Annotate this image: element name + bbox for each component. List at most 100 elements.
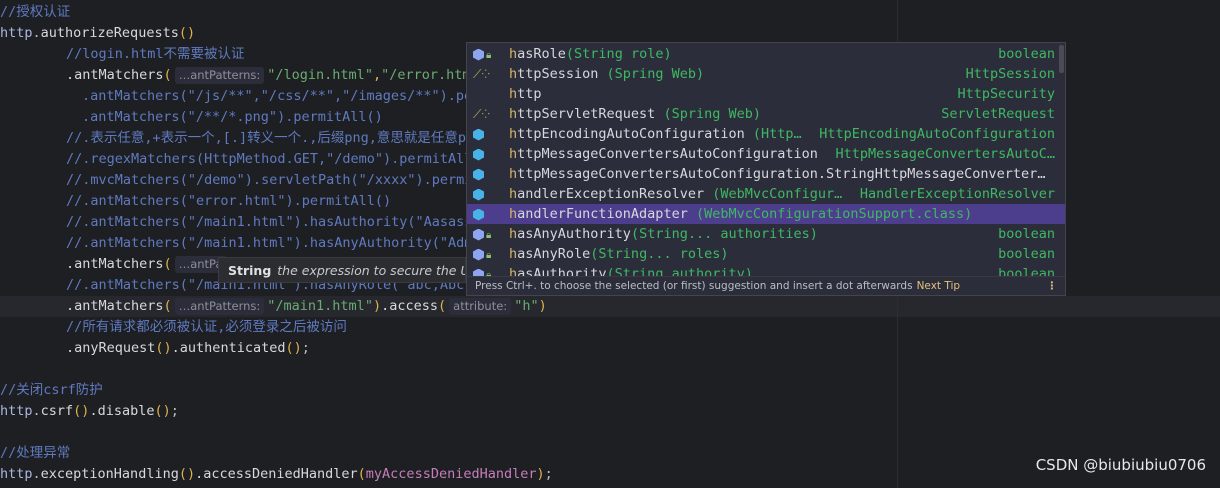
completion-type: HttpMessageConvertersAutoC… xyxy=(835,146,1055,162)
completion-item[interactable]: httpEncodingAutoConfiguration (Http… Http… xyxy=(467,124,1065,144)
name-rest: ttpSession xyxy=(517,66,599,82)
code-token: //.antMatchers("/main1.html").hasAnyAuth… xyxy=(66,235,473,251)
match-prefix: h xyxy=(509,126,518,142)
tooltip-type: String xyxy=(228,263,272,278)
code-token: "/error.html xyxy=(381,67,479,83)
completion-name: httpSession (Spring Web) xyxy=(509,64,704,84)
completion-name: http xyxy=(509,84,542,104)
match-prefix: h xyxy=(509,166,518,182)
completion-type: ServletRequest xyxy=(941,106,1055,122)
bean-icon xyxy=(473,124,503,144)
code-line[interactable]: .antMatchers(…antPatterns: "/main1.html")… xyxy=(0,296,1220,317)
match-prefix: h xyxy=(509,86,518,102)
lock-icon: 🔒︎ xyxy=(486,230,492,241)
code-token: () xyxy=(155,340,172,356)
code-token: //.antMatchers("/main1.html").hasAuthori… xyxy=(66,214,473,230)
code-token: ( xyxy=(357,466,366,482)
completion-detail: (String role) xyxy=(565,46,672,62)
completion-detail: (String... authorities) xyxy=(630,226,818,242)
completion-item[interactable]: ⟋⁘ httpServletRequest (Spring Web) Servlet… xyxy=(467,104,1065,124)
code-line[interactable] xyxy=(0,422,1220,443)
code-token: csrf xyxy=(40,403,74,419)
completion-item[interactable]: 🔒︎ hasRole(String role) boolean xyxy=(467,44,1065,64)
bean-cube-icon xyxy=(473,188,484,201)
completion-item[interactable]: http HttpSecurity xyxy=(467,84,1065,104)
method-icon: 🔒︎ xyxy=(473,224,503,246)
code-token: . xyxy=(32,25,41,41)
completion-detail: (Http… xyxy=(744,126,802,142)
code-token: ) xyxy=(538,298,547,314)
name-rest: asAnyAuthority xyxy=(517,226,631,242)
code-token: ( xyxy=(163,67,172,83)
code-token: ; xyxy=(544,466,553,482)
code-token: //.antMatchers("error.html").permitAll() xyxy=(66,193,392,209)
code-token: .authenticated xyxy=(171,340,286,356)
bean-cube-icon xyxy=(473,148,484,161)
completion-scrollbar[interactable] xyxy=(1059,45,1064,73)
code-line[interactable]: .anyRequest().authenticated(); xyxy=(0,338,1220,359)
completion-item[interactable]: 🔒︎ hasAnyRole(String... roles) boolean xyxy=(467,244,1065,264)
name-rest: ttpEncodingAutoConfiguration xyxy=(517,126,745,142)
code-token: .disable xyxy=(89,403,155,419)
bean-icon xyxy=(473,204,503,224)
code-token: exceptionHandling xyxy=(40,466,179,482)
magic-wand-icon: ⟋⁘ xyxy=(473,104,503,124)
code-token: .antMatchers xyxy=(66,256,164,272)
code-token: //.表示任意,+表示一个,[.]转义一个.,后缀png,意思就是任意png xyxy=(66,130,483,146)
code-token: .antMatchers("/js/**","/css/**","/images… xyxy=(82,88,473,104)
bean-cube-icon xyxy=(473,208,484,221)
completion-name: httpMessageConvertersAutoConfiguration.S… xyxy=(509,164,1045,184)
code-token: .antMatchers("/**/*.png").permitAll() xyxy=(82,109,383,125)
code-line[interactable]: //授权认证 xyxy=(0,2,1220,23)
completion-item[interactable]: handlerExceptionResolver (WebMvcConfigur… xyxy=(467,184,1065,204)
code-token: ; xyxy=(301,340,310,356)
parameter-hint: …antPatterns: xyxy=(174,67,265,84)
lock-icon: 🔒︎ xyxy=(486,50,492,61)
code-token: ( xyxy=(438,298,447,314)
completion-item[interactable]: httpMessageConvertersAutoConfiguration Ht… xyxy=(467,144,1065,164)
code-line[interactable]: http.csrf().disable(); xyxy=(0,401,1220,422)
completion-name: hasRole(String role) xyxy=(509,44,672,64)
completion-name: handlerExceptionResolver (WebMvcConfigur… xyxy=(509,184,842,204)
name-rest: andlerFunctionAdapter xyxy=(517,206,688,222)
code-token: .accessDeniedHandler xyxy=(195,466,358,482)
completion-detail: (WebMvcConfigur… xyxy=(704,186,843,202)
completion-item[interactable]: ⟋⁘ httpSession (Spring Web) HttpSession xyxy=(467,64,1065,84)
next-tip-link[interactable]: Next Tip xyxy=(917,280,960,292)
code-token: "/login.html" xyxy=(267,67,373,83)
code-line[interactable] xyxy=(0,359,1220,380)
completion-type: boolean xyxy=(998,46,1055,62)
code-line[interactable]: http.authorizeRequests() xyxy=(0,23,1220,44)
bean-icon xyxy=(473,164,503,184)
code-token: .antMatchers xyxy=(66,67,164,83)
lock-icon: 🔒︎ xyxy=(486,250,492,261)
name-rest: ttpServletRequest xyxy=(517,106,656,122)
footer-hint: Press Ctrl+. to choose the selected (or … xyxy=(475,280,913,292)
completion-type: HttpSession xyxy=(965,66,1055,82)
code-token: //所有请求都必须被认证,必须登录之后被访问 xyxy=(66,319,347,335)
code-token: () xyxy=(73,403,90,419)
magic-wand-icon: ⟋⁘ xyxy=(473,64,503,84)
completion-name: httpMessageConvertersAutoConfiguration xyxy=(509,144,818,164)
tooltip-text: the expression to secure the URLs xyxy=(277,263,465,278)
bean-icon xyxy=(473,144,503,164)
code-token: ) xyxy=(536,466,545,482)
completion-item[interactable]: 🔒︎ hasAnyAuthority(String... authorities)… xyxy=(467,224,1065,244)
completion-item[interactable]: handlerFunctionAdapter (WebMvcConfigurat… xyxy=(467,204,1065,224)
code-line[interactable]: //关闭csrf防护 xyxy=(0,380,1220,401)
code-token: http xyxy=(0,466,33,482)
completion-detail: (WebMvcConfigurationSupport.class) xyxy=(687,206,973,222)
code-token: http xyxy=(0,403,33,419)
more-options-icon[interactable]: ⋮ xyxy=(1047,277,1058,295)
method-cube-icon xyxy=(473,248,484,261)
wand-glyph-icon: ⟋⁘ xyxy=(473,67,491,81)
code-token: .access xyxy=(381,298,438,314)
code-token: () xyxy=(285,340,302,356)
completion-type: HandlerExceptionResolver xyxy=(859,186,1055,202)
code-line[interactable]: //所有请求都必须被认证,必须登录之后被访问 xyxy=(0,317,1220,338)
name-rest: andlerExceptionResolver xyxy=(517,186,705,202)
method-cube-icon xyxy=(473,228,484,241)
completion-item[interactable]: httpMessageConvertersAutoConfiguration.S… xyxy=(467,164,1065,184)
wand-glyph-icon: ⟋⁘ xyxy=(473,107,491,121)
code-token: //处理异常 xyxy=(0,445,71,461)
